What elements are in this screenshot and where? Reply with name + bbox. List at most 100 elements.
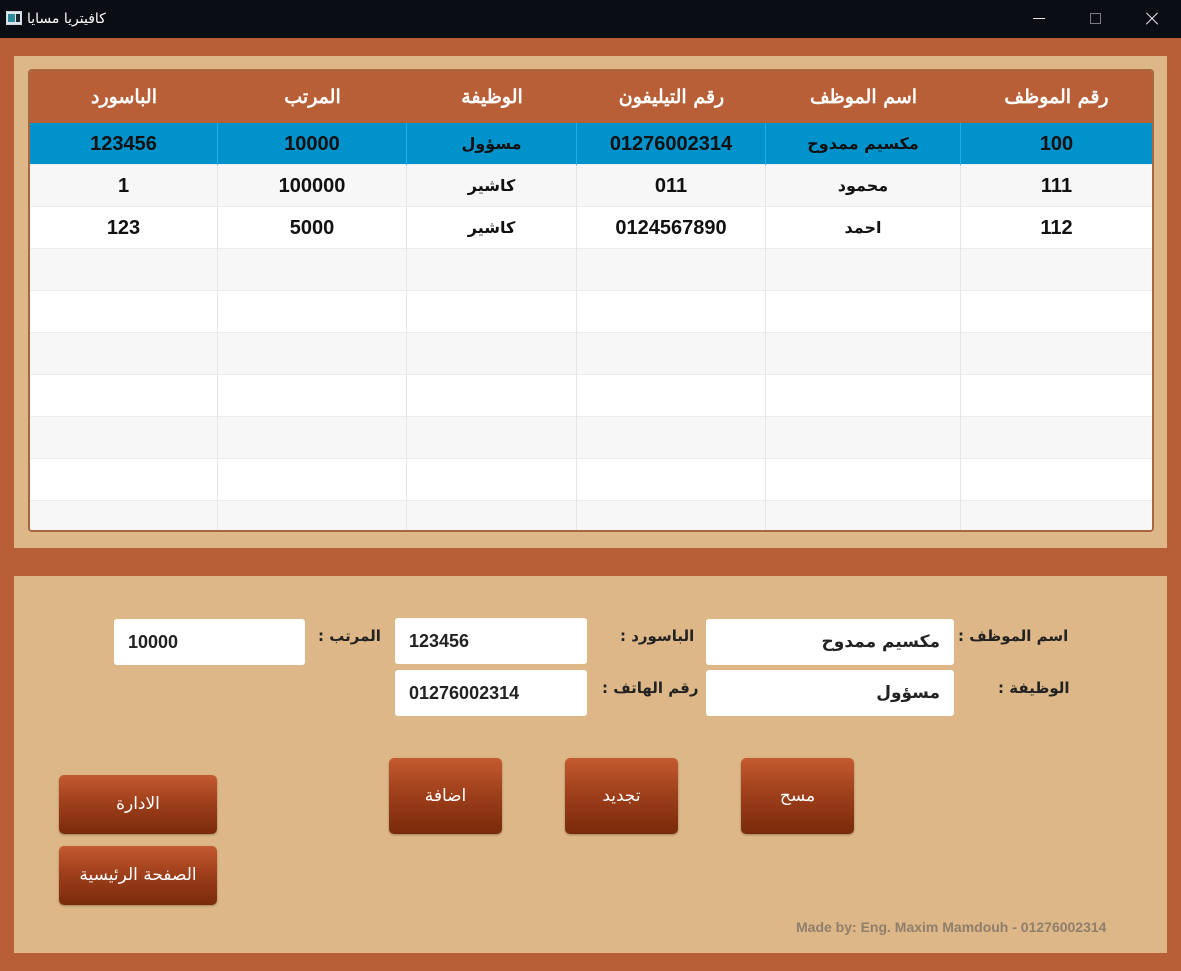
employees-table[interactable]: الباسورد المرتب الوظيفة رقم التيليفون اس… [28, 69, 1154, 532]
empty-row [30, 501, 1152, 530]
column-header-name[interactable]: اسم الموظف [766, 71, 961, 123]
phone-field[interactable]: 01276002314 [395, 670, 587, 716]
cell-name: مكسيم ممدوح [766, 123, 961, 165]
credit-text: Made by: Eng. Maxim Mamdouh - 0127600231… [796, 919, 1107, 935]
empty-cell [218, 459, 407, 501]
empty-row [30, 459, 1152, 501]
phone-label: رقم الهاتف : [602, 679, 699, 697]
empty-cell [407, 375, 577, 417]
cell-job: كاشير [407, 207, 577, 249]
empty-cell [766, 417, 961, 459]
table-row[interactable]: 123456 10000 مسؤول 01276002314 مكسيم ممد… [30, 123, 1152, 165]
table-row[interactable]: 1 100000 كاشير 011 محمود 111 [30, 165, 1152, 207]
empty-cell [961, 333, 1152, 375]
empty-cell [766, 291, 961, 333]
empty-cell [30, 501, 218, 530]
cell-name: محمود [766, 165, 961, 207]
empty-cell [407, 417, 577, 459]
cell-job: كاشير [407, 165, 577, 207]
empty-cell [961, 291, 1152, 333]
empty-cell [218, 249, 407, 291]
cell-id: 112 [1040, 217, 1073, 239]
empty-cell [961, 249, 1152, 291]
empty-cell [961, 375, 1152, 417]
empty-cell [961, 417, 1152, 459]
cell-phone: 01276002314 [577, 123, 766, 165]
empty-row [30, 249, 1152, 291]
empty-cell [218, 291, 407, 333]
empty-row [30, 291, 1152, 333]
empty-cell [766, 459, 961, 501]
column-header-phone[interactable]: رقم التيليفون [577, 71, 766, 123]
empty-cell [577, 417, 766, 459]
minimize-button[interactable] [1012, 0, 1066, 38]
column-header-salary[interactable]: المرتب [218, 71, 407, 123]
empty-cell [407, 333, 577, 375]
app-icon [6, 11, 22, 25]
job-field[interactable]: مسؤول [706, 670, 954, 716]
table-row[interactable]: 123 5000 كاشير 0124567890 احمد 112 [30, 207, 1152, 249]
empty-cell [766, 333, 961, 375]
empty-cell [577, 333, 766, 375]
empty-cell [218, 417, 407, 459]
empty-cell [961, 501, 1152, 530]
empty-row [30, 417, 1152, 459]
empty-cell [30, 249, 218, 291]
empty-cell [407, 501, 577, 530]
table-header: الباسورد المرتب الوظيفة رقم التيليفون اس… [30, 71, 1152, 123]
maximize-button[interactable] [1068, 0, 1122, 38]
delete-button[interactable]: مسح [741, 758, 854, 834]
empty-cell [766, 501, 961, 530]
empty-cell [30, 459, 218, 501]
title-bar: كافيتريا مسايا [0, 0, 1181, 38]
empty-cell [577, 501, 766, 530]
column-header-job[interactable]: الوظيفة [407, 71, 577, 123]
password-field[interactable]: 123456 [395, 618, 587, 664]
name-field[interactable]: مكسيم ممدوح [706, 619, 954, 665]
cell-salary: 10000 [218, 123, 407, 165]
cell-id: 111 [1040, 175, 1073, 197]
empty-cell [30, 375, 218, 417]
empty-cell [218, 375, 407, 417]
empty-cell [407, 459, 577, 501]
empty-cell [961, 459, 1152, 501]
salary-field[interactable]: 10000 [114, 619, 305, 665]
empty-cell [766, 375, 961, 417]
home-button[interactable]: الصفحة الرئيسية [59, 846, 217, 905]
cell-name: احمد [766, 207, 961, 249]
cell-job: مسؤول [407, 123, 577, 165]
empty-cell [218, 333, 407, 375]
password-label: الباسورد : [620, 627, 695, 645]
cell-id: 100 [1039, 133, 1074, 155]
empty-cell [30, 417, 218, 459]
empty-cell [407, 291, 577, 333]
name-label: اسم الموظف : [958, 627, 1069, 645]
minimize-icon [1033, 18, 1045, 19]
empty-cell [577, 375, 766, 417]
salary-label: المرتب : [318, 627, 381, 645]
empty-cell [577, 291, 766, 333]
empty-cell [30, 291, 218, 333]
admin-button[interactable]: الادارة [59, 775, 217, 834]
job-label: الوظيفة : [998, 679, 1070, 697]
window-title: كافيتريا مسايا [27, 11, 106, 27]
empty-cell [766, 249, 961, 291]
cell-password: 123456 [30, 123, 218, 165]
close-button[interactable] [1124, 0, 1178, 38]
cell-password: 1 [30, 165, 218, 207]
cell-phone: 011 [577, 165, 766, 207]
maximize-icon [1090, 13, 1101, 24]
cell-salary: 100000 [218, 165, 407, 207]
empty-cell [30, 333, 218, 375]
update-button[interactable]: تجديد [565, 758, 678, 834]
empty-cell [218, 501, 407, 530]
add-button[interactable]: اضافة [389, 758, 502, 834]
column-header-id[interactable]: رقم الموظف [961, 71, 1152, 123]
empty-cell [407, 249, 577, 291]
cell-salary: 5000 [218, 207, 407, 249]
empty-row [30, 375, 1152, 417]
empty-row [30, 333, 1152, 375]
empty-cell [577, 459, 766, 501]
column-header-password[interactable]: الباسورد [30, 71, 218, 123]
cell-password: 123 [30, 207, 218, 249]
